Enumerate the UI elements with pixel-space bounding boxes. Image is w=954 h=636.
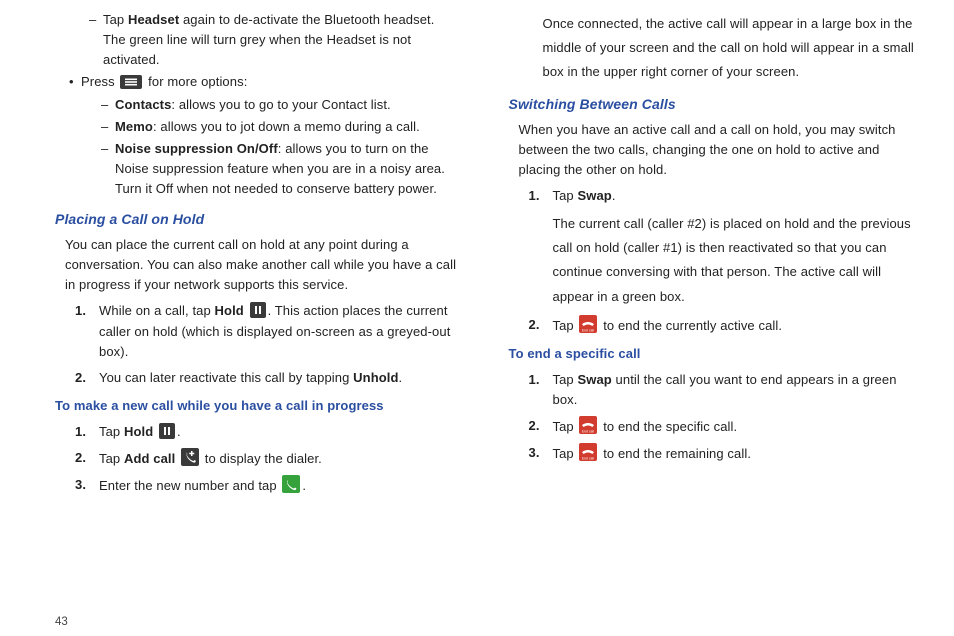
bold-text: Memo (115, 119, 153, 134)
paragraph: You can place the current call on hold a… (65, 235, 461, 295)
num-marker: 2. (75, 448, 86, 468)
list-item: Noise suppression On/Off: allows you to … (101, 139, 461, 199)
text: While on a call, tap (99, 303, 215, 318)
text: Enter the new number and tap (99, 478, 280, 493)
num-marker: 1. (529, 370, 540, 390)
text: Tap (99, 451, 124, 466)
num-marker: 1. (529, 186, 540, 206)
bold-text: Hold (215, 303, 244, 318)
end-call-icon: End call (579, 315, 597, 333)
text (153, 424, 157, 439)
text (175, 451, 179, 466)
num-marker: 3. (75, 475, 86, 495)
list-item: 1. Tap Hold . (75, 422, 461, 442)
bold-text: Hold (124, 424, 153, 439)
svg-text:End call: End call (582, 328, 594, 332)
bold-text: Unhold (353, 370, 398, 385)
text: to end the currently active call. (599, 318, 782, 333)
list-item: Memo: allows you to jot down a memo duri… (101, 117, 461, 137)
text: . (177, 424, 181, 439)
bold-text: Swap (577, 372, 611, 387)
num-marker: 1. (75, 301, 86, 321)
list-item: Press for more options: Contacts: allows… (69, 72, 461, 199)
text: Tap (553, 446, 578, 461)
bold-text: Swap (577, 188, 611, 203)
list-item: 2. Tap End call to end the currently act… (529, 315, 915, 336)
text: . (612, 188, 616, 203)
text: to end the remaining call. (599, 446, 751, 461)
list-item: Tap Headset again to de-activate the Blu… (89, 10, 461, 70)
section-heading: Placing a Call on Hold (55, 209, 461, 231)
list-item: 1. Tap Swap. The current call (caller #2… (529, 186, 915, 308)
num-marker: 1. (75, 422, 86, 442)
bold-text: Contacts (115, 97, 171, 112)
paragraph: When you have an active call and a call … (519, 120, 915, 180)
bold-text: Headset (128, 12, 179, 27)
page-number: 43 (55, 612, 914, 628)
section-heading: Switching Between Calls (509, 94, 915, 116)
left-column: Tap Headset again to de-activate the Blu… (55, 8, 461, 612)
text: . (302, 478, 306, 493)
text: . (399, 370, 403, 385)
num-marker: 2. (529, 416, 540, 436)
end-call-icon: End call (579, 416, 597, 434)
dial-call-icon (282, 475, 300, 493)
num-marker: 3. (529, 443, 540, 463)
text: Tap (553, 318, 578, 333)
svg-text:End call: End call (582, 457, 594, 461)
add-call-icon (181, 448, 199, 466)
text: : allows you to jot down a memo during a… (153, 119, 420, 134)
text: Tap (553, 419, 578, 434)
bold-text: Add call (124, 451, 175, 466)
text: Tap (99, 424, 124, 439)
paragraph: The current call (caller #2) is placed o… (553, 212, 915, 308)
text: : allows you to go to your Contact list. (171, 97, 390, 112)
bold-text: Noise suppression On/Off (115, 141, 278, 156)
section-heading: To end a specific call (509, 344, 915, 364)
list-item: Contacts: allows you to go to your Conta… (101, 95, 461, 115)
paragraph: Once connected, the active call will app… (543, 12, 915, 84)
section-heading: To make a new call while you have a call… (55, 396, 461, 416)
svg-text:End call: End call (582, 430, 594, 434)
num-marker: 2. (529, 315, 540, 335)
text: to end the specific call. (599, 419, 737, 434)
text: Press (81, 74, 118, 89)
text: You can later reactivate this call by ta… (99, 370, 353, 385)
list-item: 3. Enter the new number and tap . (75, 475, 461, 496)
text (244, 303, 248, 318)
num-marker: 2. (75, 368, 86, 388)
list-item: 2. Tap Add call to display the dialer. (75, 448, 461, 469)
text: to display the dialer. (201, 451, 322, 466)
hold-icon (159, 423, 175, 439)
right-column: Once connected, the active call will app… (509, 8, 915, 612)
manual-page: Tap Headset again to de-activate the Blu… (0, 0, 954, 636)
hold-icon (250, 302, 266, 318)
end-call-icon: End call (579, 443, 597, 461)
text: for more options: (144, 74, 247, 89)
list-item: 1. Tap Swap until the call you want to e… (529, 370, 915, 410)
list-item: 1. While on a call, tap Hold . This acti… (75, 301, 461, 361)
list-item: 2. You can later reactivate this call by… (75, 368, 461, 388)
list-item: 3. Tap End call to end the remaining cal… (529, 443, 915, 464)
list-item: 2. Tap End call to end the specific call… (529, 416, 915, 437)
two-column-layout: Tap Headset again to de-activate the Blu… (55, 8, 914, 612)
text: Tap (103, 12, 128, 27)
menu-key-icon (120, 75, 142, 89)
text: Tap (553, 188, 578, 203)
text: Tap (553, 372, 578, 387)
